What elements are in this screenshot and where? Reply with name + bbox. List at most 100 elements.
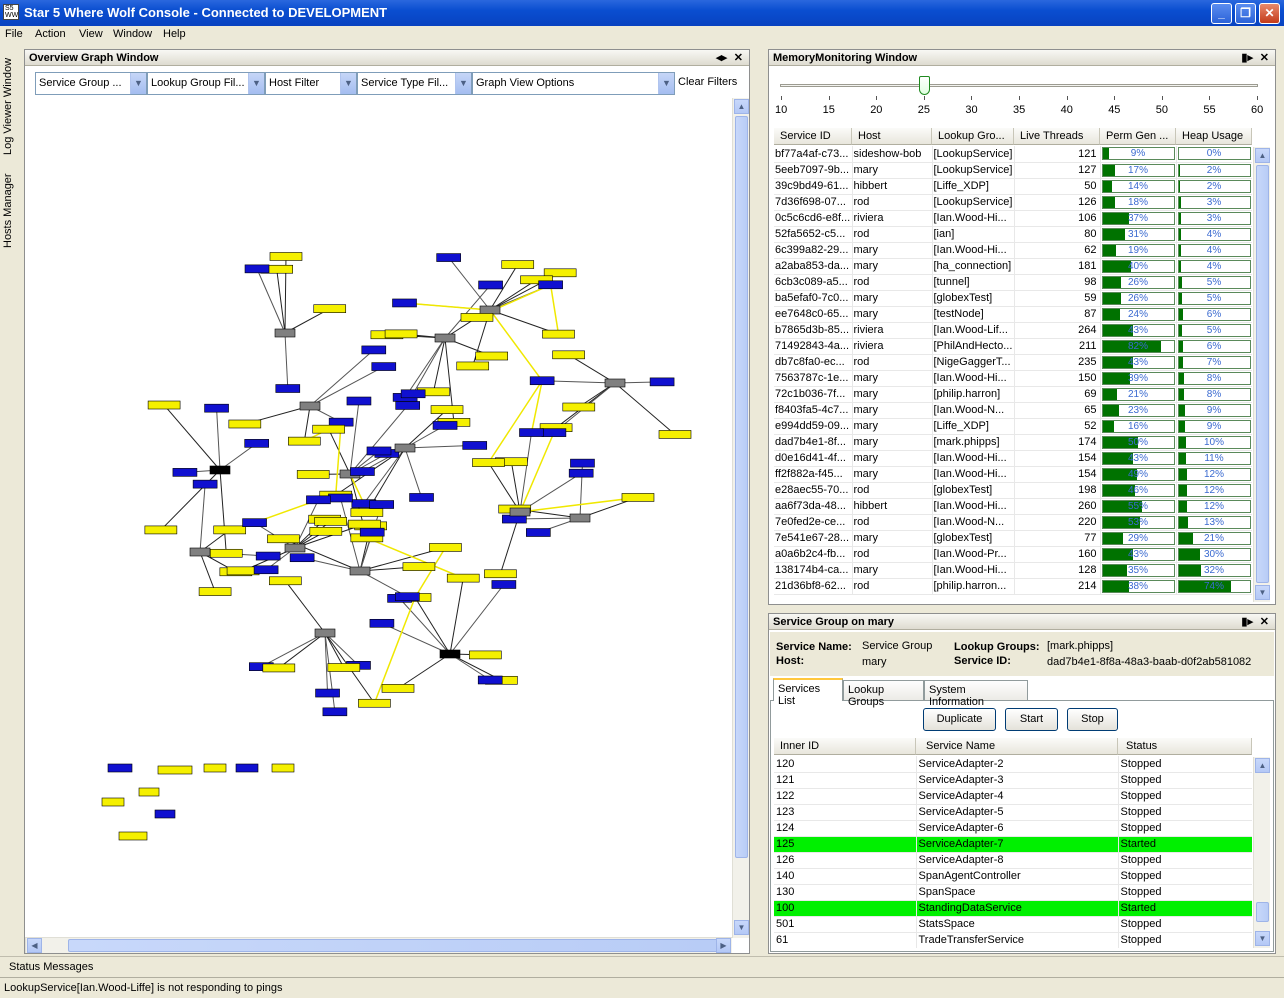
col-host[interactable]: Host (852, 128, 932, 145)
graph-node[interactable] (309, 526, 343, 536)
graph-node[interactable] (526, 528, 551, 537)
graph-node[interactable] (568, 468, 594, 478)
stop-button[interactable]: Stop (1067, 708, 1118, 731)
memory-table-row[interactable]: dad7b4e1-8f... mary [mark.phipps] 174 50% 10% (774, 434, 1252, 451)
graph-node[interactable] (267, 534, 300, 544)
memory-table-row[interactable]: 39c9bd49-61... hibbert [Liffe_XDP] 50 14% 2% (774, 178, 1252, 195)
graph-node[interactable] (477, 675, 503, 685)
graph-node[interactable] (359, 527, 385, 537)
graph-node[interactable] (542, 329, 575, 339)
graph-node[interactable] (274, 328, 296, 338)
service-row[interactable]: 100 StandingDataService Started (774, 900, 1252, 917)
memory-table-scrollbar[interactable]: ▲ ▼ (1253, 147, 1270, 602)
tab-system-information[interactable]: System Information (924, 680, 1028, 708)
scroll-right-icon[interactable]: ▶ (716, 938, 731, 953)
service-row[interactable]: 121 ServiceAdapter-3 Stopped (774, 772, 1252, 789)
menu-help[interactable]: Help (163, 28, 186, 40)
memory-table-row[interactable]: db7c8fa0-ec... rod [NigeGaggerT... 235 43% 7% (774, 354, 1252, 371)
refresh-slider-thumb[interactable] (918, 76, 930, 95)
graph-node[interactable] (228, 419, 262, 429)
graph-node[interactable] (456, 361, 490, 371)
service-row[interactable]: 122 ServiceAdapter-4 Stopped (774, 788, 1252, 805)
service-row[interactable]: 120 ServiceAdapter-2 Stopped (774, 756, 1252, 773)
graph-node[interactable] (552, 350, 585, 360)
panel-close-icon[interactable]: ✕ (734, 51, 743, 64)
graph-node[interactable] (519, 428, 544, 437)
scroll-left-icon[interactable]: ◀ (27, 938, 42, 953)
panel-splitter[interactable] (755, 49, 765, 954)
side-tab-log-viewer[interactable]: Log Viewer Window (2, 55, 14, 155)
menu-file[interactable]: File (5, 28, 23, 40)
graph-node[interactable] (349, 566, 371, 576)
memory-table-row[interactable]: a2aba853-da... mary [ha_connection] 181 40% 4… (774, 258, 1252, 275)
memory-table-row[interactable]: 7d36f698-07... rod [LookupService] 126 18% 3% (774, 194, 1252, 211)
graph-view-options[interactable]: Graph View Options ▼ (472, 72, 675, 95)
memory-table-row[interactable]: e28aec55-70... rod [globexTest] 198 46% 12% (774, 482, 1252, 499)
graph-node[interactable] (288, 436, 321, 446)
graph-node[interactable] (322, 707, 348, 717)
services-table-scrollbar[interactable]: ▲ ▼ (1253, 757, 1270, 948)
graph-node[interactable] (392, 298, 417, 308)
graph-node[interactable] (147, 400, 181, 410)
memory-table-row[interactable]: 7e541e67-28... mary [globexTest] 77 29% 21% (774, 530, 1252, 547)
graph-node[interactable] (144, 525, 178, 535)
graph-node[interactable] (107, 763, 133, 773)
memory-table-row[interactable]: f8403fa5-4c7... mary [Ian.Wood-N... 65 23% 9% (774, 402, 1252, 419)
service-graph-canvas[interactable] (25, 98, 732, 938)
memory-table-row[interactable]: 7563787c-1e... mary [Ian.Wood-Hi... 150 39% 8… (774, 370, 1252, 387)
col-service-id[interactable]: Service ID (774, 128, 852, 145)
service-row[interactable]: 501 StatsSpace Stopped (774, 916, 1252, 933)
graph-node[interactable] (154, 809, 176, 819)
graph-node[interactable] (313, 304, 347, 313)
memory-table-row[interactable]: 71492843-4a... riviera [PhilAndHecto... 211… (774, 338, 1252, 355)
memory-table-row[interactable]: 7e0fed2e-ce... rod [Ian.Wood-N... 220 53% 13% (774, 514, 1252, 531)
memory-table-row[interactable]: 6c399a82-29... mary [Ian.Wood-Hi... 62 19% 4% (774, 242, 1252, 259)
graph-node[interactable] (436, 253, 461, 262)
service-row[interactable]: 61 TradeTransferService Stopped (774, 932, 1252, 948)
lookup-group-filter[interactable]: Lookup Group Fil... ▼ (147, 72, 265, 95)
memory-table-row[interactable]: 0c5c6cd6-e8f... riviera [Ian.Wood-Hi... 106… (774, 210, 1252, 227)
col-service-name[interactable]: Service Name (916, 738, 1118, 755)
scroll-up-icon[interactable]: ▲ (1255, 148, 1270, 163)
graph-node[interactable] (395, 592, 420, 602)
graph-node[interactable] (350, 508, 384, 517)
graph-node[interactable] (569, 513, 591, 523)
side-tab-hosts-manager[interactable]: Hosts Manager (2, 168, 14, 248)
graph-node[interactable] (269, 576, 302, 586)
graph-node[interactable] (409, 493, 434, 502)
graph-node[interactable] (432, 421, 458, 430)
graph-node[interactable] (402, 562, 436, 571)
memory-table-row[interactable]: 21d36bf8-62... rod [philip.harron... 214 38%… (774, 578, 1252, 595)
memory-table-row[interactable]: ee7648c0-65... mary [testNode] 87 24% 6% (774, 306, 1252, 323)
graph-node[interactable] (366, 446, 392, 456)
scroll-thumb[interactable] (1256, 165, 1269, 583)
panel-float-icon[interactable]: ▮▸ (1241, 51, 1253, 64)
maximize-button[interactable]: ❐ (1235, 3, 1256, 24)
graph-node[interactable] (430, 405, 464, 414)
start-button[interactable]: Start (1005, 708, 1058, 731)
scroll-down-icon[interactable]: ▼ (734, 920, 749, 935)
service-row[interactable]: 124 ServiceAdapter-6 Stopped (774, 820, 1252, 837)
graph-horizontal-scrollbar[interactable]: ◀ ▶ (25, 937, 732, 953)
service-row[interactable]: 126 ServiceAdapter-8 Stopped (774, 852, 1252, 869)
memory-table-row[interactable]: 138174b4-ca... mary [Ian.Wood-Hi... 128 35% 3… (774, 562, 1252, 579)
graph-node[interactable] (314, 517, 347, 526)
graph-node[interactable] (501, 260, 535, 269)
graph-node[interactable] (209, 465, 231, 475)
memory-table-row[interactable]: ff2f882a-f45... mary [Ian.Wood-Hi... 154 49%… (774, 466, 1252, 483)
duplicate-button[interactable]: Duplicate (923, 708, 996, 731)
graph-node[interactable] (475, 351, 508, 361)
panel-close-icon[interactable]: ✕ (1260, 51, 1269, 64)
col-inner-id[interactable]: Inner ID (774, 738, 916, 755)
graph-vertical-scrollbar[interactable]: ▲ ▼ (732, 98, 749, 938)
memory-table-row[interactable]: 5eeb7097-9b... mary [LookupService] 127 17% 2… (774, 162, 1252, 179)
graph-node[interactable] (172, 468, 198, 477)
graph-node[interactable] (213, 525, 247, 535)
col-perm-gen[interactable]: Perm Gen ... (1100, 128, 1176, 145)
scroll-up-icon[interactable]: ▲ (734, 99, 749, 114)
graph-node[interactable] (381, 684, 415, 693)
panel-float-icon[interactable]: ▮▸ (1241, 615, 1253, 628)
clear-filters-link[interactable]: Clear Filters (678, 76, 737, 88)
graph-node[interactable] (284, 543, 306, 553)
graph-node[interactable] (157, 765, 193, 775)
